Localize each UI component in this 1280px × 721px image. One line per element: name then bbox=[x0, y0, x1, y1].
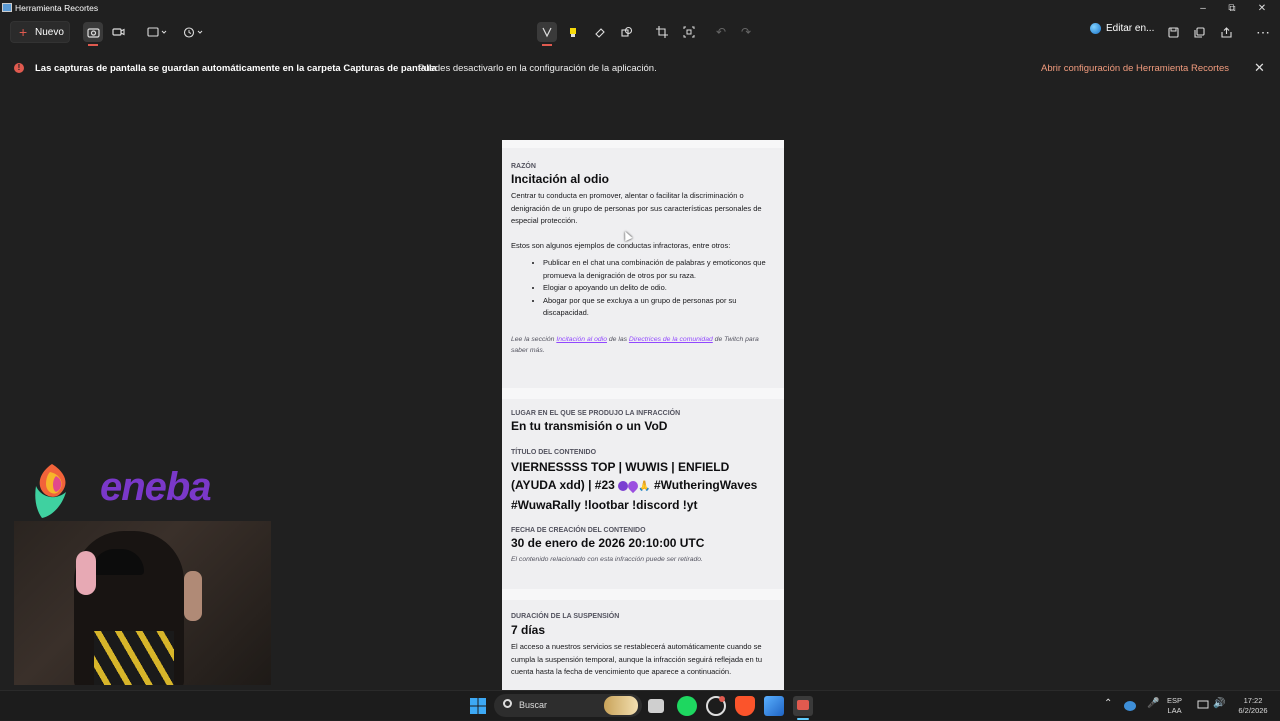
raised-hand bbox=[184, 571, 202, 621]
reason-title: Incitación al odio bbox=[511, 172, 610, 186]
language-indicator[interactable]: ESP LAA bbox=[1167, 696, 1182, 716]
banner-message: Las capturas de pantalla se guardan auto… bbox=[35, 63, 437, 74]
clock[interactable]: 17:22 6/2/2026 bbox=[1232, 696, 1274, 716]
location-value: En tu transmisión o un VoD bbox=[511, 419, 668, 433]
suspension-card: DURACIÓN DE LA SUSPENSIÓN 7 días El acce… bbox=[502, 600, 784, 690]
jersey bbox=[94, 631, 174, 685]
notification-badge bbox=[719, 696, 725, 702]
note-text: Lee la sección bbox=[511, 335, 555, 343]
edit-in-button[interactable]: Editar en... bbox=[1090, 23, 1154, 34]
volume-icon[interactable]: 🔊 bbox=[1213, 699, 1225, 709]
plus-icon: + bbox=[19, 24, 28, 40]
toolbar: + Nuevo ↶ ↷ Editar en... ⋯ bbox=[0, 17, 1280, 47]
keyboard-layout: LAA bbox=[1167, 706, 1182, 715]
duration-value: 7 días bbox=[511, 623, 546, 637]
more-options-icon[interactable]: ⋯ bbox=[1253, 22, 1273, 42]
note-text: de las bbox=[608, 335, 628, 343]
duration-description: El acceso a nuestros servicios se restab… bbox=[511, 642, 762, 676]
language-code: ESP bbox=[1167, 696, 1183, 705]
content-title: VIERNESSSS TOP | WUWIS | ENFIELD (AYUDA … bbox=[511, 458, 775, 514]
spotify-icon[interactable] bbox=[677, 696, 697, 716]
duration-label: DURACIÓN DE LA SUSPENSIÓN bbox=[511, 613, 620, 620]
copy-icon[interactable] bbox=[1189, 22, 1209, 42]
content-title-line: VIERNESSSS TOP | WUWIS | ENFIELD bbox=[511, 460, 730, 474]
title-bar: Herramienta Recortes – ⧉ ✕ bbox=[0, 0, 1280, 17]
save-icon[interactable] bbox=[1163, 22, 1183, 42]
new-capture-button[interactable]: + Nuevo bbox=[10, 21, 70, 43]
list-item: Publicar en el chat una combinación de p… bbox=[543, 257, 775, 282]
show-hidden-icons-icon[interactable]: ⌃ bbox=[1104, 699, 1112, 709]
reason-label: RAZÓN bbox=[511, 163, 536, 170]
created-label: FECHA DE CREACIÓN DEL CONTENIDO bbox=[511, 527, 646, 534]
content-title-part: #WutheringWaves bbox=[653, 478, 758, 492]
brave-browser-icon[interactable] bbox=[735, 696, 755, 716]
shapes-icon[interactable] bbox=[617, 22, 637, 42]
paint-app-icon bbox=[1090, 23, 1101, 34]
created-note: El contenido relacionado con esta infrac… bbox=[511, 556, 703, 563]
content-title-line: (AYUDA xdd) | #23 🙏 #WutheringWaves bbox=[511, 476, 775, 496]
list-item: Elogiar o apoyando un delito de odio. bbox=[543, 282, 775, 295]
error-icon: ! bbox=[14, 63, 24, 73]
close-window-icon[interactable]: ✕ bbox=[1255, 2, 1269, 16]
redo-icon[interactable]: ↷ bbox=[736, 22, 756, 42]
infraction-card: LUGAR EN EL QUE SE PRODUJO LA INFRACCIÓN… bbox=[502, 399, 784, 589]
snipping-tool-icon bbox=[2, 3, 12, 12]
text-actions-icon[interactable] bbox=[679, 22, 699, 42]
minimize-icon[interactable]: – bbox=[1196, 2, 1210, 16]
clock-time: 17:22 bbox=[1243, 696, 1263, 705]
community-guidelines-link[interactable]: Directrices de la comunidad bbox=[629, 336, 713, 343]
content-title-line: #WuwaRally !lootbar !discord !yt bbox=[511, 498, 698, 512]
eraser-icon[interactable] bbox=[590, 22, 610, 42]
created-value: 30 de enero de 2026 20:10:00 UTC bbox=[511, 536, 705, 550]
banner-hint: Puedes desactivarlo en la configuración … bbox=[418, 63, 657, 74]
camera-icon[interactable] bbox=[83, 22, 103, 42]
headphones bbox=[76, 551, 96, 595]
autosave-banner: ! Las capturas de pantalla se guardan au… bbox=[0, 56, 1280, 80]
snip-mode-icon[interactable] bbox=[146, 22, 170, 42]
new-capture-label: Nuevo bbox=[35, 27, 64, 38]
undo-icon[interactable]: ↶ bbox=[711, 22, 731, 42]
location-label: LUGAR EN EL QUE SE PRODUJO LA INFRACCIÓN bbox=[511, 410, 681, 417]
delay-timer-icon[interactable] bbox=[182, 22, 206, 42]
open-settings-link[interactable]: Abrir configuración de Herramienta Recor… bbox=[1041, 63, 1229, 74]
network-icon[interactable] bbox=[1197, 700, 1209, 713]
examples-list: Publicar en el chat una combinación de p… bbox=[511, 257, 775, 320]
active-indicator bbox=[88, 44, 98, 46]
reason-description: Centrar tu conducta en promover, alentar… bbox=[511, 191, 762, 225]
praying-hands-emoji-icon: 🙏 bbox=[638, 481, 651, 492]
captured-document: RAZÓN Incitación al odio Centrar tu cond… bbox=[502, 140, 784, 690]
photos-icon[interactable] bbox=[764, 696, 784, 716]
restore-icon[interactable]: ⧉ bbox=[1225, 2, 1239, 16]
brand-wordmark: eneba bbox=[100, 465, 212, 509]
task-view-icon[interactable] bbox=[648, 699, 664, 713]
share-icon[interactable] bbox=[1216, 22, 1236, 42]
pen-color-indicator bbox=[542, 44, 552, 46]
webcam-feed bbox=[14, 521, 271, 685]
crop-icon[interactable] bbox=[652, 22, 672, 42]
clock-date: 6/2/2026 bbox=[1238, 706, 1268, 715]
microphone-icon[interactable]: 🎤 bbox=[1147, 699, 1159, 709]
onedrive-icon[interactable] bbox=[1124, 701, 1136, 711]
list-item: Abogar por que se excluya a un grupo de … bbox=[543, 295, 775, 320]
search-label: Buscar bbox=[519, 700, 548, 710]
search-icon bbox=[503, 699, 512, 708]
video-icon[interactable] bbox=[108, 22, 128, 42]
content-title-part: (AYUDA xdd) | #23 bbox=[511, 478, 615, 492]
ballpoint-pen-icon[interactable] bbox=[537, 22, 557, 42]
edit-in-label: Editar en... bbox=[1106, 23, 1155, 34]
examples-intro: Estos son algunos ejemplos de conductas … bbox=[511, 240, 731, 250]
reason-card: RAZÓN Incitación al odio Centrar tu cond… bbox=[502, 148, 784, 388]
content-title-label: TÍTULO DEL CONTENIDO bbox=[511, 449, 597, 456]
search-highlight-icon bbox=[604, 696, 638, 715]
eneba-logo-icon bbox=[35, 464, 66, 518]
hate-speech-link[interactable]: Incitación al odio bbox=[556, 336, 607, 343]
taskbar: Buscar ⌃ 🎤 ESP LAA 🔊 17:22 6/2/2026 bbox=[0, 690, 1280, 720]
highlighter-icon[interactable] bbox=[563, 22, 583, 42]
close-banner-icon[interactable]: ✕ bbox=[1254, 60, 1265, 76]
taskbar-search[interactable]: Buscar bbox=[494, 694, 642, 717]
snipping-tool-taskbar-icon[interactable] bbox=[793, 696, 813, 716]
start-icon[interactable] bbox=[468, 696, 488, 716]
guidelines-note: Lee la sección Incitación al odio de las… bbox=[511, 334, 775, 356]
window-title: Herramienta Recortes bbox=[15, 3, 99, 13]
